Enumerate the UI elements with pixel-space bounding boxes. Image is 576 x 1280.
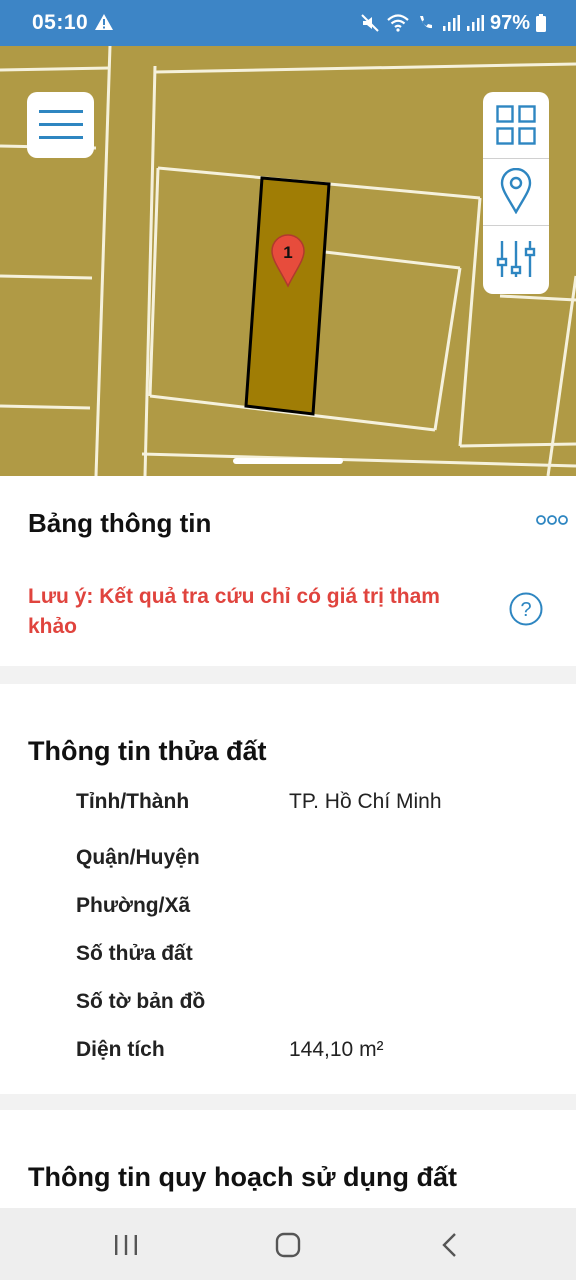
warning-icon <box>95 14 113 30</box>
filters-button[interactable] <box>483 226 549 292</box>
wifi-call-icon <box>419 16 432 29</box>
help-circle-icon[interactable]: ? <box>509 592 543 626</box>
home-button[interactable] <box>268 1228 308 1262</box>
row-label-province: Tỉnh/Thành <box>76 790 190 813</box>
planning-title: Thông tin quy hoạch sử dụng đất <box>28 1162 458 1192</box>
layers-button[interactable] <box>483 92 549 158</box>
status-time: 05:10 <box>32 11 89 34</box>
status-icons: 97% <box>360 10 546 36</box>
land-info-card: Thông tin thửa đất Tỉnh/Thành TP. Hồ Chí… <box>0 684 576 1094</box>
land-info-title: Thông tin thửa đất <box>28 736 267 766</box>
row-label-district: Quận/Huyện <box>76 846 200 869</box>
recent-apps-button[interactable] <box>106 1228 146 1262</box>
more-dots-icon[interactable] <box>536 514 568 526</box>
panel-title: Bảng thông tin <box>28 508 212 538</box>
planning-card: Thông tin quy hoạch sử dụng đất <box>0 1110 576 1210</box>
signal-icon-2 <box>466 15 484 31</box>
row-label-area: Diện tích <box>76 1038 165 1061</box>
menu-button[interactable] <box>27 92 94 158</box>
row-value-area: 144,10 m² <box>289 1038 384 1061</box>
svg-text:?: ? <box>520 599 531 621</box>
recent-apps-icon <box>115 1235 137 1255</box>
row-label-map-sheet: Số tờ bản đồ <box>76 990 206 1013</box>
home-icon <box>275 1232 301 1258</box>
map-tools-panel <box>483 92 549 294</box>
system-nav-bar <box>0 1208 576 1280</box>
row-value-province: TP. Hồ Chí Minh <box>289 790 442 813</box>
back-button[interactable] <box>430 1228 470 1262</box>
row-label-ward: Phường/Xã <box>76 894 191 917</box>
back-chevron-icon <box>442 1233 456 1257</box>
hamburger-menu-icon <box>38 110 83 139</box>
row-label-parcel-number: Số thửa đất <box>76 942 193 965</box>
sheet-drag-handle[interactable] <box>233 458 343 464</box>
grid-layers-icon <box>496 105 536 145</box>
location-pin-icon <box>500 168 532 214</box>
marker-label: 1 <box>283 243 292 262</box>
disclaimer-note: Lưu ý: Kết quả tra cứu chỉ có giá trị th… <box>28 585 440 638</box>
location-button[interactable] <box>483 158 549 224</box>
status-bar: 05:10 97% <box>0 0 576 46</box>
sliders-icon <box>496 241 536 277</box>
battery-level: 97% <box>489 11 530 34</box>
signal-icon <box>442 15 460 31</box>
mute-icon <box>361 14 379 32</box>
battery-icon <box>536 14 546 32</box>
wifi-icon <box>387 14 409 32</box>
